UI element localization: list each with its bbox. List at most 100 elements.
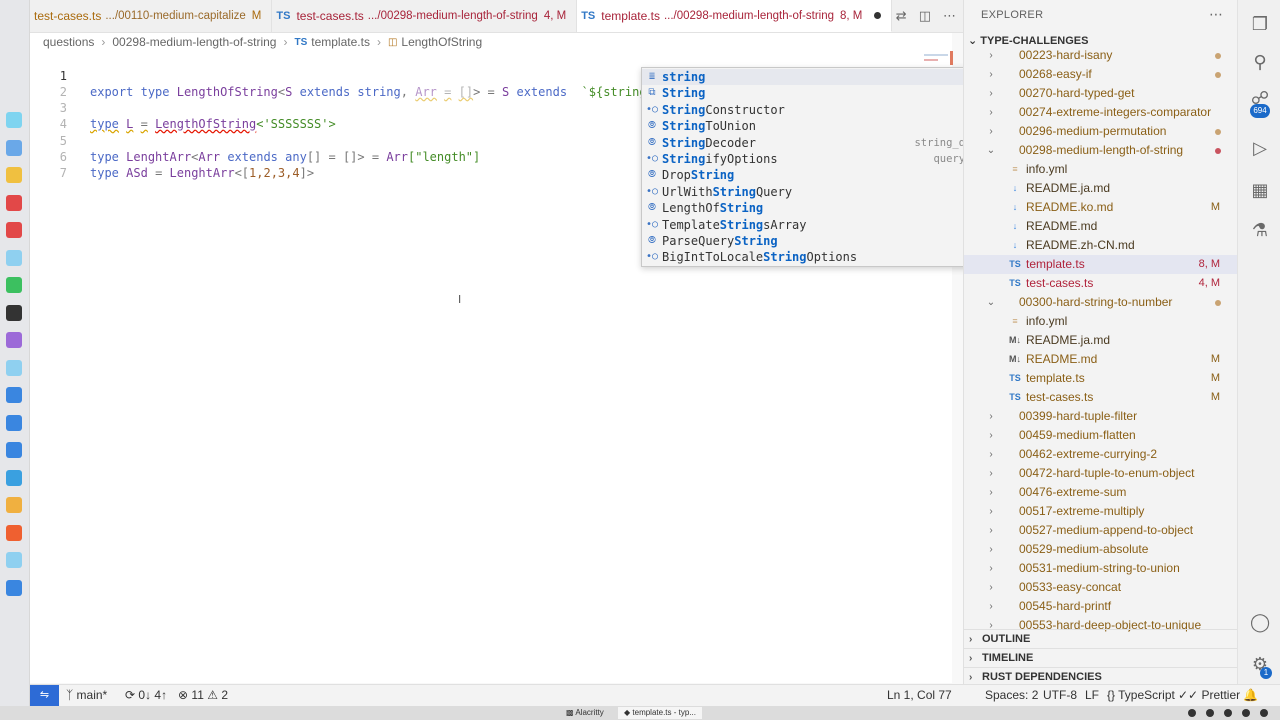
tree-file[interactable]: TS template.ts M (964, 369, 1238, 388)
tree-folder[interactable]: › 00223-hard-isany (964, 46, 1238, 65)
tree-folder[interactable]: › 00268-easy-if (964, 65, 1238, 84)
dock-app-icon[interactable] (6, 167, 22, 183)
cursor-position[interactable]: Ln 1, Col 77 (887, 685, 952, 706)
tray-icon[interactable] (1188, 709, 1196, 717)
breadcrumb-questions[interactable]: questions (43, 35, 94, 49)
breadcrumb-file[interactable]: template.ts (311, 35, 370, 49)
tree-folder[interactable]: › 00533-easy-concat (964, 578, 1238, 597)
suggestion-item[interactable]: ⧉ String (642, 85, 1011, 101)
dock-app-icon[interactable] (6, 579, 22, 596)
tree-folder[interactable]: › 00517-extreme-multiply (964, 502, 1238, 521)
tree-folder[interactable]: › 00462-extreme-currying-2 (964, 445, 1238, 464)
problems-status[interactable]: ⊗ 11 ⚠ 2 (178, 685, 228, 706)
tree-file[interactable]: TS test-cases.ts 4, M (964, 274, 1238, 293)
tab-template-active[interactable]: TS template.ts .../00298-medium-length-o… (577, 0, 893, 32)
tray-icon[interactable] (1224, 709, 1232, 717)
indentation[interactable]: Spaces: 2 (985, 685, 1038, 706)
more-actions-icon[interactable]: ⋯ (1209, 6, 1223, 23)
tree-folder[interactable]: › 00459-medium-flatten (964, 426, 1238, 445)
tree-file[interactable]: ↓ README.zh-CN.md (964, 236, 1238, 255)
breadcrumb-folder[interactable]: 00298-medium-length-of-string (112, 35, 276, 49)
tree-file[interactable]: M↓ README.md M (964, 350, 1238, 369)
breadcrumb-symbol[interactable]: LengthOfString (401, 35, 482, 49)
dock-app-icon[interactable] (6, 249, 22, 266)
section-timeline[interactable]: › TIMELINE (964, 648, 1238, 667)
formatter[interactable]: ✓✓ Prettier (1178, 685, 1240, 706)
suggestion-item[interactable]: •○ StringConstructor (642, 102, 1011, 118)
suggestion-item[interactable]: ⦾ StringDecoder string_decoder (642, 135, 1011, 151)
suggestion-item[interactable]: ≣ string (642, 69, 1011, 86)
testing-icon[interactable]: ⚗ (1250, 220, 1270, 240)
tree-folder[interactable]: › 00476-extreme-sum (964, 483, 1238, 502)
account-icon[interactable]: ◯ (1250, 612, 1270, 632)
suggestion-item[interactable]: •○ BigIntToLocaleStringOptions (642, 249, 1011, 265)
dock-app-icon[interactable] (6, 332, 22, 348)
dock-app-icon[interactable] (6, 277, 22, 293)
encoding[interactable]: UTF-8 (1043, 685, 1077, 706)
unsaved-dot-icon[interactable] (874, 12, 882, 19)
branch-status[interactable]: ᛉ main* (66, 685, 107, 706)
suggestion-item[interactable]: •○UrlWithStringQueryurl (642, 184, 1011, 200)
suggestion-item[interactable]: •○StringifyOptionsquerystring (642, 151, 1011, 167)
tree-folder[interactable]: ⌄ 00298-medium-length-of-string (964, 141, 1238, 160)
tree-file[interactable]: ↓ README.md (964, 217, 1238, 236)
dock-app-icon[interactable] (6, 469, 22, 486)
code-line-1[interactable]: 1 export type LengthOfString<S extends s… (30, 52, 952, 99)
tray-icon[interactable] (1206, 709, 1214, 717)
run-debug-icon[interactable]: ▷ (1250, 138, 1270, 158)
suggestion-item[interactable]: ⦾ StringToUnion (642, 118, 1011, 134)
more-actions-icon[interactable]: ⋯ (943, 8, 956, 24)
dock-app-icon[interactable] (6, 112, 22, 128)
dock-app-icon[interactable] (6, 359, 22, 376)
dock-app-icon[interactable] (6, 414, 22, 431)
tree-folder[interactable]: › 00270-hard-typed-get (964, 84, 1238, 103)
tree-file[interactable]: ↓ README.ja.md (964, 179, 1238, 198)
dock-app-icon[interactable] (6, 194, 22, 211)
tree-file[interactable]: TS template.ts 8, M (964, 255, 1238, 274)
section-outline[interactable]: › OUTLINE (964, 629, 1238, 648)
search-icon[interactable]: ⚲ (1250, 52, 1270, 72)
tree-folder[interactable]: › 00529-medium-absolute (964, 540, 1238, 559)
tray-icon[interactable] (1242, 709, 1250, 717)
dock-app-icon[interactable] (6, 552, 22, 568)
tab-test-cases-capitalize[interactable]: test-cases.ts .../00110-medium-capitaliz… (30, 0, 273, 32)
suggestion-item[interactable]: ⦾ ParseQueryString (642, 233, 1011, 249)
tree-file[interactable]: M↓ README.ja.md (964, 331, 1238, 350)
dock-app-icon[interactable] (6, 387, 22, 403)
tree-file[interactable]: ≡ info.yml (964, 160, 1238, 179)
files-icon[interactable]: ❐ (1250, 14, 1270, 34)
compare-icon[interactable]: ⇄ (896, 8, 907, 24)
tree-folder[interactable]: › 00472-hard-tuple-to-enum-object (964, 464, 1238, 483)
dock-app-icon[interactable] (6, 139, 22, 156)
suggestion-item[interactable]: •○ TemplateStringsArray (642, 217, 1011, 233)
dock-app-icon[interactable] (6, 442, 22, 458)
language-mode[interactable]: {} TypeScript (1107, 685, 1175, 706)
tree-file[interactable]: ↓ README.ko.md M (964, 198, 1238, 217)
tab-test-cases-length[interactable]: TS test-cases.ts .../00298-medium-length… (272, 0, 578, 32)
tree-file[interactable]: TS test-cases.ts M (964, 388, 1238, 407)
remote-indicator-icon[interactable]: ⇋ (30, 685, 59, 706)
tree-file[interactable]: ≡ info.yml (964, 312, 1238, 331)
tree-folder[interactable]: › 00274-extreme-integers-comparator (964, 103, 1238, 122)
tree-folder[interactable]: › 00296-medium-permutation (964, 122, 1238, 141)
dock-app-icon[interactable] (6, 222, 22, 238)
extensions-icon[interactable]: ▦ (1250, 180, 1270, 200)
tree-folder[interactable]: › 00527-medium-append-to-object (964, 521, 1238, 540)
notifications-icon[interactable]: 🔔 (1243, 685, 1258, 706)
dock-app-icon[interactable] (6, 497, 22, 513)
suggestion-item[interactable]: ⦾ DropString (642, 167, 1011, 183)
tree-folder[interactable]: › 00531-medium-string-to-union (964, 559, 1238, 578)
autocomplete-suggestions[interactable]: ≣ string ⧉ String •○ StringConstructor ⦾ String… (641, 67, 1012, 267)
tree-folder[interactable]: › 00399-hard-tuple-filter (964, 407, 1238, 426)
dock-app-icon[interactable] (6, 304, 22, 321)
tray-icon[interactable] (1260, 709, 1268, 717)
end-of-line[interactable]: LF (1085, 685, 1099, 706)
split-editor-icon[interactable]: ◫ (919, 8, 931, 24)
tree-folder[interactable]: › 00545-hard-printf (964, 597, 1238, 616)
taskbar-vscode[interactable]: ◆ template.ts - typ... (618, 707, 702, 719)
taskbar-alacritty[interactable]: ▩ Alacritty (560, 707, 610, 719)
suggestion-item[interactable]: ⦾ LengthOfString (642, 200, 1011, 216)
dock-app-icon[interactable] (6, 524, 22, 541)
tree-folder[interactable]: ⌄ 00300-hard-string-to-number (964, 293, 1238, 312)
sync-status[interactable]: ⟳ 0↓ 4↑ (125, 685, 167, 706)
